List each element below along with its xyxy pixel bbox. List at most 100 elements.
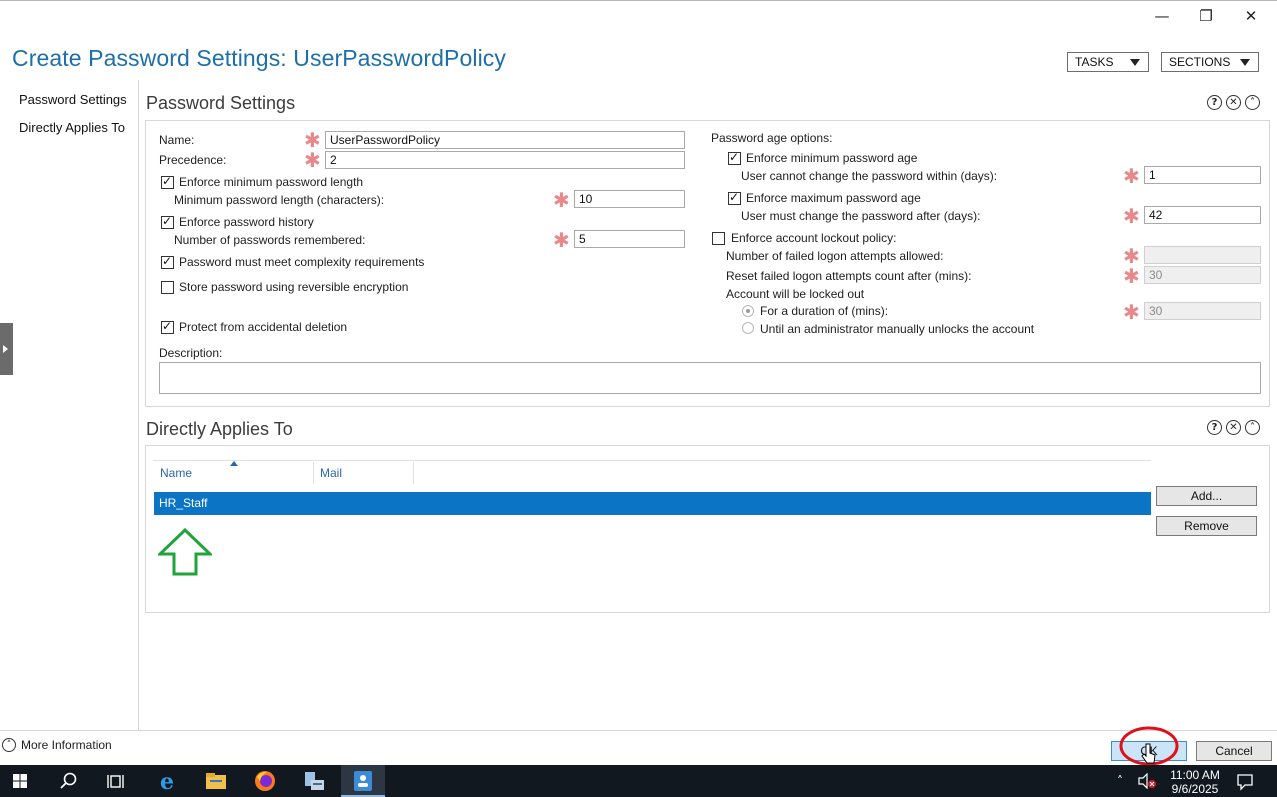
cancel-button[interactable]: Cancel xyxy=(1196,741,1272,761)
tasks-dropdown[interactable]: TASKS xyxy=(1067,52,1149,72)
task-view-icon[interactable] xyxy=(103,767,131,795)
min-age-label: User cannot change the password within (… xyxy=(741,169,998,183)
lockout-label: Enforce account lockout policy: xyxy=(731,231,897,245)
window-top-border xyxy=(0,0,1277,4)
clock[interactable]: 11:00 AM 9/6/2025 xyxy=(1165,768,1225,796)
reset-count-field[interactable]: 30 xyxy=(1144,266,1261,284)
precedence-field[interactable]: 2 xyxy=(325,151,685,169)
expand-up-icon[interactable]: ˄ xyxy=(2,738,16,752)
max-age-label: User must change the password after (day… xyxy=(741,209,981,223)
enforce-history-label: Enforce password history xyxy=(179,215,314,229)
admin-center-icon xyxy=(354,771,372,791)
file-explorer-icon[interactable] xyxy=(202,767,230,795)
chevron-down-icon xyxy=(1240,59,1250,66)
min-length-label: Minimum password length (characters): xyxy=(174,193,385,207)
page-title: Create Password Settings: UserPasswordPo… xyxy=(12,45,506,71)
enforce-history-checkbox[interactable] xyxy=(161,214,174,229)
notification-center-icon[interactable] xyxy=(1236,773,1254,791)
taskbar: e ˄ 11:00 AM 9/6/2025 xyxy=(0,765,1277,797)
min-age-field[interactable]: 1 xyxy=(1144,166,1261,184)
password-settings-heading: Password Settings xyxy=(146,93,296,113)
protect-deletion-label: Protect from accidental deletion xyxy=(179,320,348,334)
enforce-min-length-label: Enforce minimum password length xyxy=(179,175,364,189)
collapse-icon[interactable]: ˄ xyxy=(1245,95,1260,110)
protect-deletion-checkbox[interactable] xyxy=(161,319,174,334)
server-manager-icon[interactable] xyxy=(300,767,328,795)
show-hidden-icons-icon[interactable]: ˄ xyxy=(1117,774,1123,788)
max-age-field[interactable]: 42 xyxy=(1144,206,1261,224)
volume-muted-icon[interactable] xyxy=(1137,773,1157,789)
internet-explorer-icon[interactable]: e xyxy=(153,767,181,795)
close-icon[interactable]: ✕ xyxy=(1226,95,1241,110)
name-field[interactable]: UserPasswordPolicy xyxy=(325,131,685,149)
required-icon: ✱ xyxy=(1123,264,1140,288)
sections-label: SECTIONS xyxy=(1169,55,1231,69)
enforce-max-age-label: Enforce maximum password age xyxy=(746,191,921,205)
lockout-checkbox[interactable] xyxy=(712,232,725,245)
applies-to-heading: Directly Applies To xyxy=(146,419,293,439)
minimize-icon[interactable]: — xyxy=(1152,8,1172,24)
section-controls: ? ✕ ˄ xyxy=(1207,95,1260,110)
duration-field[interactable]: 30 xyxy=(1144,302,1261,320)
enforce-min-age-label: Enforce minimum password age xyxy=(746,151,918,165)
failed-attempts-field[interactable] xyxy=(1144,246,1261,264)
clock-time: 11:00 AM xyxy=(1170,768,1220,782)
nav-item-directly-applies-to[interactable]: Directly Applies To xyxy=(19,120,125,135)
complexity-checkbox[interactable] xyxy=(161,254,174,269)
reversible-encryption-label: Store password using reversible encrypti… xyxy=(179,280,409,294)
active-app-tile[interactable] xyxy=(341,765,385,797)
duration-radio[interactable] xyxy=(742,305,754,317)
required-icon: ✱ xyxy=(304,148,321,172)
close-icon[interactable]: ✕ xyxy=(1241,8,1261,24)
help-icon[interactable]: ? xyxy=(1207,95,1222,110)
add-button[interactable]: Add... xyxy=(1156,486,1257,506)
enforce-min-age-checkbox[interactable] xyxy=(728,150,741,165)
description-field[interactable] xyxy=(159,362,1261,394)
manual-unlock-radio[interactable] xyxy=(742,322,754,334)
clock-date: 9/6/2025 xyxy=(1171,782,1219,796)
locked-out-label: Account will be locked out xyxy=(726,287,865,301)
mouse-cursor-icon xyxy=(1141,743,1156,764)
required-icon: ✱ xyxy=(1123,164,1140,188)
table-row[interactable]: HR_Staff xyxy=(154,492,1151,515)
firefox-icon[interactable] xyxy=(251,767,279,795)
required-icon: ✱ xyxy=(553,228,570,252)
sections-dropdown[interactable]: SECTIONS xyxy=(1161,52,1259,72)
history-label: Number of passwords remembered: xyxy=(174,233,366,247)
history-field[interactable]: 5 xyxy=(574,230,685,248)
enforce-max-age-checkbox[interactable] xyxy=(728,190,741,205)
reset-count-label: Reset failed logon attempts count after … xyxy=(726,269,972,283)
collapse-icon[interactable]: ˄ xyxy=(1245,420,1260,435)
expand-handle[interactable] xyxy=(0,323,13,375)
min-length-field[interactable]: 10 xyxy=(574,190,685,208)
annotation-arrow-up-icon xyxy=(158,528,212,576)
column-header-name[interactable]: Name xyxy=(160,466,192,480)
description-label: Description: xyxy=(159,346,223,360)
search-icon[interactable] xyxy=(55,767,83,795)
required-icon: ✱ xyxy=(553,188,570,212)
applies-to-grid: Name Mail HR_Staff xyxy=(153,460,1151,608)
sort-ascending-icon xyxy=(230,461,238,466)
restore-icon[interactable]: ❐ xyxy=(1196,8,1216,24)
help-icon[interactable]: ? xyxy=(1207,420,1222,435)
required-icon: ✱ xyxy=(1123,244,1140,268)
svg-text:e: e xyxy=(160,769,174,795)
close-icon[interactable]: ✕ xyxy=(1226,420,1241,435)
precedence-label: Precedence: xyxy=(159,153,227,167)
age-options-label: Password age options: xyxy=(711,131,833,145)
complexity-label: Password must meet complexity requiremen… xyxy=(179,255,425,269)
failed-attempts-label: Number of failed logon attempts allowed: xyxy=(726,249,944,263)
section-nav: Password Settings Directly Applies To xyxy=(0,80,139,730)
more-information-link[interactable]: More Information xyxy=(21,738,112,752)
tasks-label: TASKS xyxy=(1075,55,1114,69)
reversible-encryption-checkbox[interactable] xyxy=(161,281,174,294)
remove-button[interactable]: Remove xyxy=(1156,516,1257,536)
enforce-min-length-checkbox[interactable] xyxy=(161,174,174,189)
nav-item-password-settings[interactable]: Password Settings xyxy=(19,92,127,107)
windows-start-icon[interactable] xyxy=(6,767,34,795)
required-icon: ✱ xyxy=(304,128,321,152)
required-icon: ✱ xyxy=(1123,204,1140,228)
column-header-mail[interactable]: Mail xyxy=(320,466,342,480)
section-controls: ? ✕ ˄ xyxy=(1207,420,1260,435)
row-name: HR_Staff xyxy=(159,496,208,510)
